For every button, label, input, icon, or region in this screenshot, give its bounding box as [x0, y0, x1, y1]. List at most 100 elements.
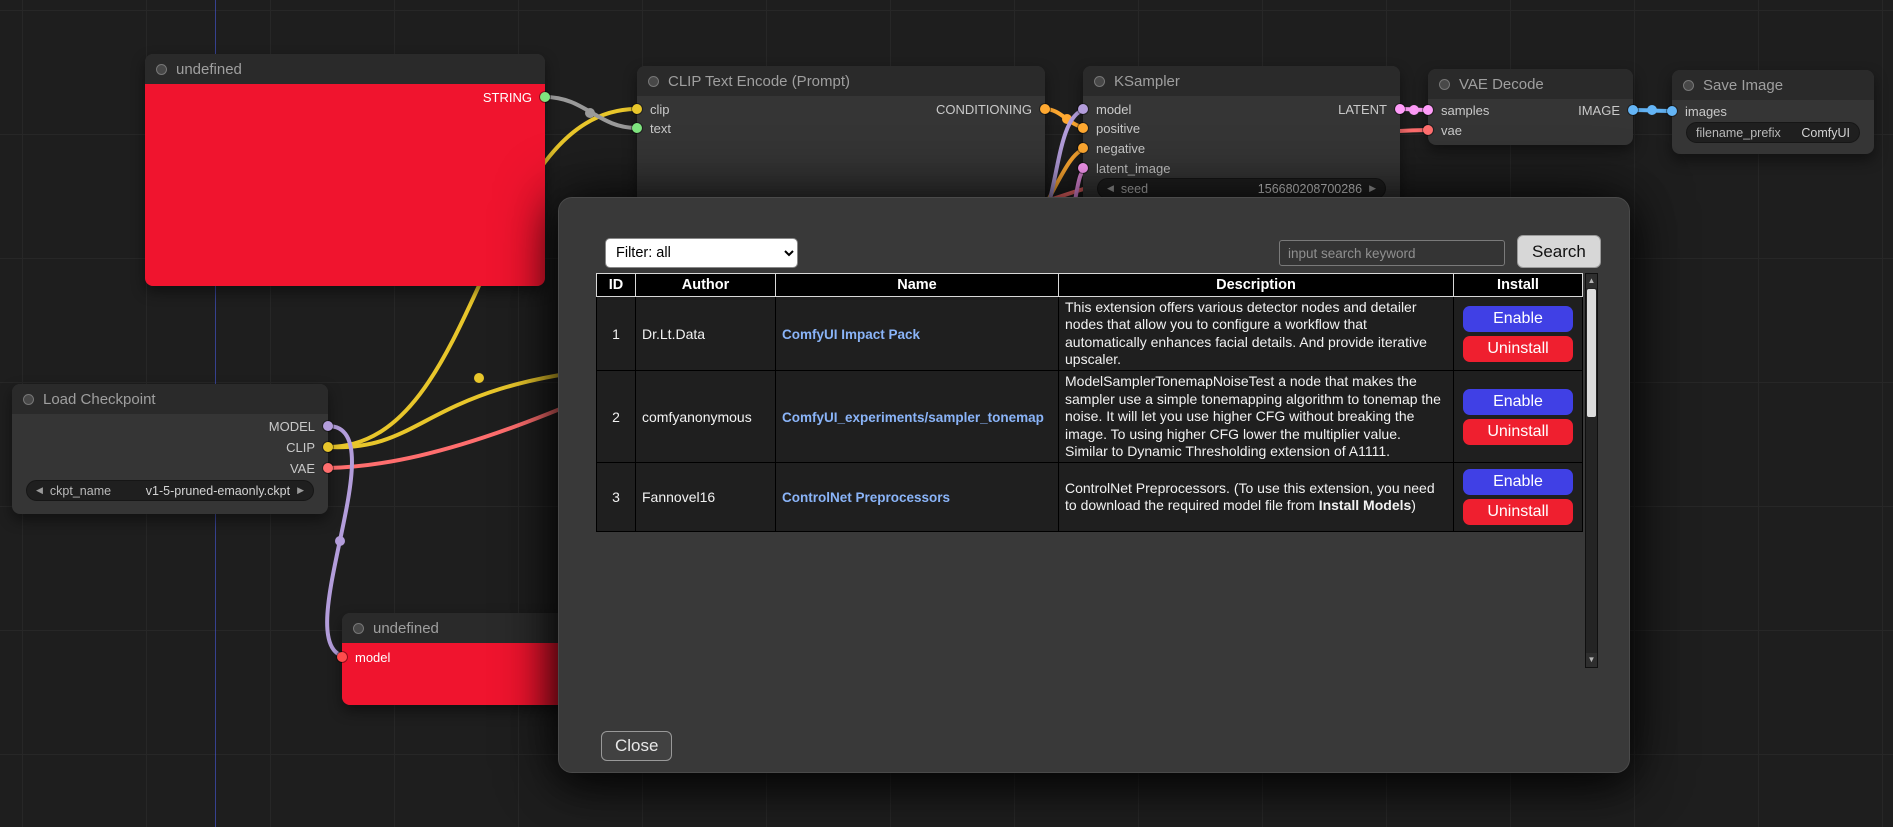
input-text[interactable]: text: [632, 118, 671, 138]
node-title: KSampler: [1114, 73, 1180, 90]
input-model[interactable]: model: [1078, 99, 1131, 119]
node-load-checkpoint[interactable]: Load Checkpoint MODEL CLIP VAE ◀ ckpt_na…: [12, 384, 328, 514]
output-model[interactable]: MODEL: [269, 416, 333, 436]
comfyui-graph-canvas[interactable]: undefined STRING CLIP Text Encode (Promp…: [0, 0, 1893, 827]
model-slot-dot[interactable]: [1078, 104, 1088, 114]
row-id: 1: [597, 297, 636, 371]
row-id: 2: [597, 371, 636, 463]
node-undefined-top[interactable]: undefined STRING: [145, 54, 545, 286]
node-header[interactable]: CLIP Text Encode (Prompt): [637, 66, 1045, 96]
node-title: Save Image: [1703, 77, 1783, 94]
image-slot-dot[interactable]: [1628, 105, 1638, 115]
output-string[interactable]: STRING: [483, 87, 550, 107]
uninstall-button[interactable]: Uninstall: [1463, 419, 1573, 445]
node-vae-decode[interactable]: VAE Decode samples vae IMAGE: [1428, 69, 1633, 145]
slot-label: CLIP: [286, 440, 315, 455]
error-slot-dot[interactable]: [337, 652, 347, 662]
row-description: ModelSamplerTonemapNoiseTest a node that…: [1059, 371, 1454, 463]
extension-link[interactable]: ComfyUI Impact Pack: [782, 327, 920, 342]
collapse-dot[interactable]: [1439, 79, 1450, 90]
scrollbar-thumb[interactable]: [1587, 289, 1596, 417]
model-slot-dot[interactable]: [323, 421, 333, 431]
search-button[interactable]: Search: [1517, 235, 1601, 268]
node-header[interactable]: Load Checkpoint: [12, 384, 328, 414]
link-midpoint-dot: [1409, 105, 1419, 115]
missing-node-body: [145, 84, 545, 286]
node-ksampler[interactable]: KSampler model positive negative latent_…: [1083, 66, 1400, 216]
clip-slot-dot[interactable]: [323, 442, 333, 452]
string-slot-dot[interactable]: [540, 92, 550, 102]
latent-slot-dot[interactable]: [1078, 163, 1088, 173]
output-conditioning[interactable]: CONDITIONING: [936, 99, 1050, 119]
node-save-image[interactable]: Save Image images filename_prefix ComfyU…: [1672, 70, 1874, 154]
filter-select[interactable]: Filter: all: [605, 238, 798, 268]
increment-arrow-icon[interactable]: ▶: [1369, 178, 1376, 199]
slot-label: IMAGE: [1578, 103, 1620, 118]
node-clip-text-encode[interactable]: CLIP Text Encode (Prompt) clip text COND…: [637, 66, 1045, 216]
input-samples[interactable]: samples: [1423, 100, 1489, 120]
output-image[interactable]: IMAGE: [1578, 100, 1638, 120]
input-clip[interactable]: clip: [632, 99, 670, 119]
row-id: 3: [597, 463, 636, 532]
header-install: Install: [1454, 274, 1583, 297]
string-slot-dot[interactable]: [632, 123, 642, 133]
slot-label: STRING: [483, 90, 532, 105]
close-button[interactable]: Close: [601, 731, 672, 761]
conditioning-slot-dot[interactable]: [1078, 143, 1088, 153]
collapse-dot[interactable]: [353, 623, 364, 634]
extension-link[interactable]: ComfyUI_experiments/sampler_tonemap: [782, 410, 1044, 425]
clip-slot-dot[interactable]: [632, 104, 642, 114]
link-midpoint-dot: [335, 536, 345, 546]
enable-button[interactable]: Enable: [1463, 469, 1573, 495]
next-arrow-icon[interactable]: ▶: [297, 480, 304, 501]
vae-slot-dot[interactable]: [323, 463, 333, 473]
collapse-dot[interactable]: [156, 64, 167, 75]
collapse-dot[interactable]: [23, 394, 34, 405]
input-vae[interactable]: vae: [1423, 120, 1462, 140]
slot-label: vae: [1441, 123, 1462, 138]
input-negative[interactable]: negative: [1078, 138, 1145, 158]
node-title: VAE Decode: [1459, 76, 1544, 93]
prev-arrow-icon[interactable]: ◀: [36, 480, 43, 501]
input-latent-image[interactable]: latent_image: [1078, 158, 1170, 178]
slot-label: negative: [1096, 141, 1145, 156]
node-header[interactable]: Save Image: [1672, 70, 1874, 100]
table-scrollbar[interactable]: ▲ ▼: [1585, 273, 1598, 668]
ckpt-name-widget[interactable]: ◀ ckpt_name v1-5-pruned-emaonly.ckpt ▶: [26, 480, 314, 501]
widget-value: ComfyUI: [1801, 126, 1850, 140]
node-header[interactable]: KSampler: [1083, 66, 1400, 96]
image-slot-dot[interactable]: [1667, 106, 1677, 116]
scroll-up-arrow-icon[interactable]: ▲: [1586, 274, 1597, 288]
extension-link[interactable]: ControlNet Preprocessors: [782, 490, 950, 505]
scroll-down-arrow-icon[interactable]: ▼: [1586, 653, 1597, 667]
input-positive[interactable]: positive: [1078, 118, 1140, 138]
conditioning-slot-dot[interactable]: [1040, 104, 1050, 114]
conditioning-slot-dot[interactable]: [1078, 123, 1088, 133]
output-latent[interactable]: LATENT: [1338, 99, 1405, 119]
collapse-dot[interactable]: [1683, 80, 1694, 91]
output-clip[interactable]: CLIP: [286, 437, 333, 457]
slot-label: VAE: [290, 461, 315, 476]
slot-label: model: [355, 650, 390, 665]
search-input[interactable]: [1279, 240, 1505, 266]
latent-slot-dot[interactable]: [1395, 104, 1405, 114]
row-description: ControlNet Preprocessors. (To use this e…: [1059, 463, 1454, 532]
row-name: ComfyUI_experiments/sampler_tonemap: [776, 371, 1059, 463]
input-model[interactable]: model: [337, 647, 390, 667]
uninstall-button[interactable]: Uninstall: [1463, 336, 1573, 362]
node-header[interactable]: undefined: [145, 54, 545, 84]
latent-slot-dot[interactable]: [1423, 105, 1433, 115]
enable-button[interactable]: Enable: [1463, 306, 1573, 332]
input-images[interactable]: images: [1667, 101, 1727, 121]
enable-button[interactable]: Enable: [1463, 389, 1573, 415]
collapse-dot[interactable]: [1094, 76, 1105, 87]
uninstall-button[interactable]: Uninstall: [1463, 499, 1573, 525]
node-title: CLIP Text Encode (Prompt): [668, 73, 850, 90]
seed-widget[interactable]: ◀ seed 156680208700286 ▶: [1097, 178, 1386, 199]
filename-prefix-widget[interactable]: filename_prefix ComfyUI: [1686, 122, 1860, 143]
collapse-dot[interactable]: [648, 76, 659, 87]
decrement-arrow-icon[interactable]: ◀: [1107, 178, 1114, 199]
output-vae[interactable]: VAE: [290, 458, 333, 478]
node-header[interactable]: VAE Decode: [1428, 69, 1633, 99]
vae-slot-dot[interactable]: [1423, 125, 1433, 135]
